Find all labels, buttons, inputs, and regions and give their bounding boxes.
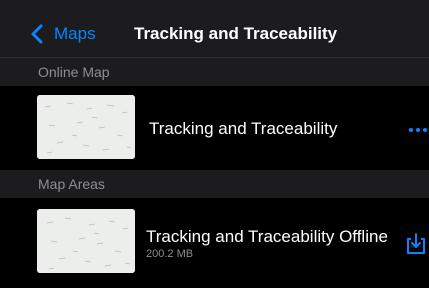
map-area-size: 200.2 MB: [146, 248, 194, 260]
map-area-title: Tracking and Traceability Offline: [146, 227, 388, 246]
list-item-online-map[interactable]: Tracking and Traceability: [0, 86, 429, 170]
chevron-left-icon: [31, 24, 43, 44]
download-icon[interactable]: [403, 231, 429, 257]
ellipsis-icon[interactable]: [405, 118, 429, 142]
online-map-title: Tracking and Traceability: [149, 119, 338, 138]
section-header-map-areas: Map Areas: [0, 170, 429, 198]
map-thumbnail: [37, 209, 135, 273]
map-thumbnail: [37, 95, 135, 159]
page-title: Tracking and Traceability: [134, 24, 338, 43]
list-item-map-area[interactable]: Tracking and Traceability Offline 200.2 …: [0, 198, 429, 288]
navigation-bar: Maps Tracking and Traceability: [0, 0, 429, 58]
section-header-online-map: Online Map: [0, 58, 429, 86]
back-button[interactable]: Maps: [30, 22, 96, 46]
back-button-label: Maps: [54, 24, 96, 43]
